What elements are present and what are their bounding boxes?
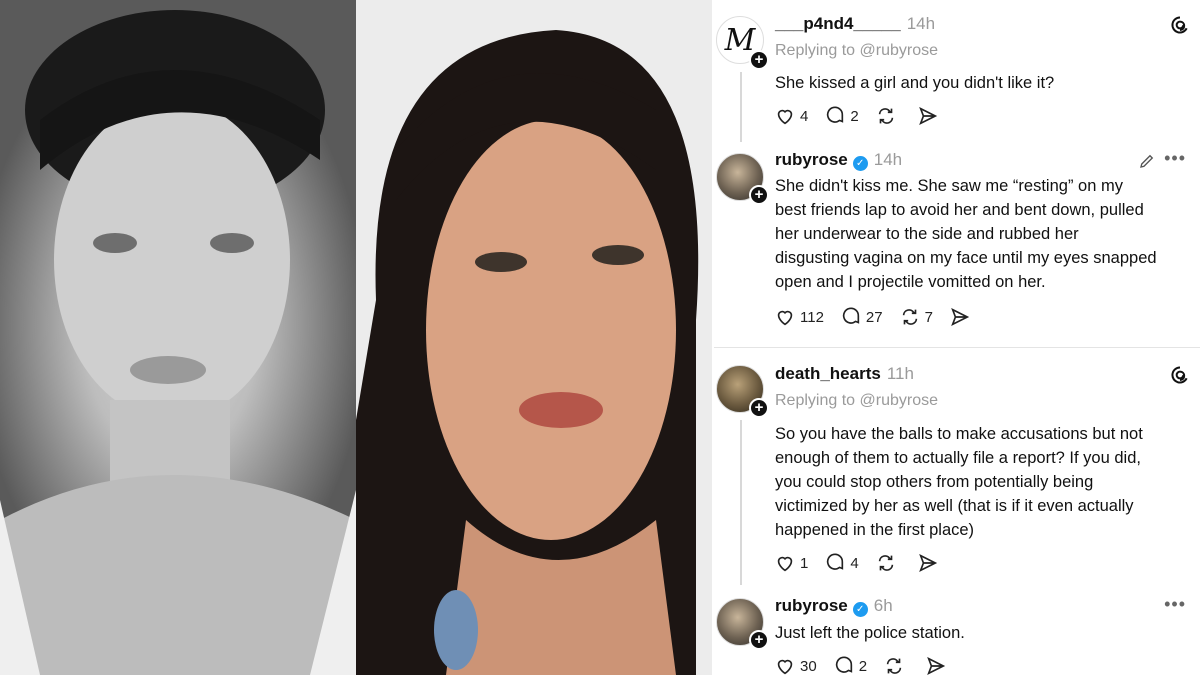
post-text: She didn't kiss me. She saw me “resting”… — [775, 174, 1190, 294]
heart-icon — [777, 659, 793, 675]
reply-count: 2 — [858, 657, 868, 675]
post-text-line: best friends lap to avoid her and bent d… — [775, 201, 1144, 219]
post-text-line: She didn't kiss me. She saw me “resting”… — [775, 177, 1123, 195]
comment-icon — [827, 106, 844, 123]
post-text-line: you could stop others from potentially b… — [775, 473, 1094, 491]
send-icon — [951, 307, 970, 327]
comment-icon — [842, 307, 860, 324]
share-button[interactable] — [925, 655, 951, 675]
reply-count: 27 — [865, 308, 883, 326]
reply-button[interactable]: 2 — [833, 655, 867, 675]
thread-connector-line — [740, 420, 742, 585]
repost-count: 7 — [924, 308, 933, 326]
post-text: She kissed a girl and you didn't like it… — [775, 74, 1055, 92]
comment-icon — [827, 553, 844, 570]
follow-plus-icon[interactable]: + — [749, 185, 769, 205]
heart-icon — [777, 310, 793, 326]
post-rubyrose-police: + rubyrose ✓ 6h ••• Just left the police s… — [714, 590, 1200, 675]
post-text-line: disgusting vagina on my face until my ey… — [775, 249, 1157, 267]
post-death-hearts: + death_hearts 11h Replying to @rubyrose … — [714, 350, 1200, 590]
post-text: So you have the balls to make accusation… — [775, 422, 1190, 542]
repost-icon — [878, 108, 893, 124]
like-button[interactable]: 1 — [774, 552, 808, 574]
post-text-line: her underwear to the side and rubbed her — [775, 225, 1079, 243]
like-count: 30 — [800, 657, 817, 675]
like-count: 1 — [800, 554, 809, 572]
post-p4nd4: M + ___p4nd4_____ 14h Replying to @rubyro… — [714, 0, 1200, 145]
like-count: 4 — [800, 107, 809, 125]
timestamp: 14h — [873, 150, 903, 169]
post-header: rubyrose ✓ 6h — [775, 596, 893, 617]
post-text-line: enough of them to actually file a report… — [775, 449, 1141, 467]
repost-icon — [886, 658, 902, 674]
comment-icon — [835, 656, 852, 673]
post-actions: 112 27 7 — [774, 306, 991, 328]
thread-connector-line — [740, 72, 742, 142]
timestamp: 14h — [906, 14, 936, 33]
post-text-line: victimized by her as well (that is if it… — [775, 497, 1134, 515]
threads-conversation: M + ___p4nd4_____ 14h Replying to @rubyro… — [714, 0, 1200, 675]
threads-logo-icon — [1171, 366, 1188, 384]
reply-button[interactable]: 2 — [824, 105, 859, 127]
post-actions: 4 2 — [774, 105, 959, 127]
edit-pencil-icon[interactable] — [1138, 152, 1156, 170]
post-header: ___p4nd4_____ 14h — [775, 14, 935, 34]
share-button[interactable] — [917, 552, 943, 574]
heart-icon — [777, 109, 793, 125]
username[interactable]: rubyrose — [775, 150, 848, 169]
verified-badge-icon: ✓ — [852, 602, 868, 617]
right-portrait-photo — [356, 0, 712, 675]
like-button[interactable]: 30 — [774, 655, 817, 675]
post-text-line: happened in the first place) — [775, 521, 975, 539]
post-actions: 30 2 — [774, 655, 967, 675]
share-button[interactable] — [917, 105, 943, 127]
like-button[interactable]: 4 — [774, 105, 808, 127]
like-button[interactable]: 112 — [774, 306, 824, 328]
more-options-icon[interactable]: ••• — [1164, 594, 1186, 615]
reply-count: 2 — [850, 107, 859, 125]
username[interactable]: rubyrose — [775, 596, 848, 615]
left-portrait-illustration — [0, 10, 356, 675]
verified-badge-icon: ✓ — [852, 156, 868, 171]
send-icon — [918, 106, 937, 126]
more-options-icon[interactable]: ••• — [1164, 148, 1186, 169]
post-header: death_hearts 11h — [775, 364, 914, 384]
reply-button[interactable]: 27 — [840, 306, 883, 328]
replying-to[interactable]: Replying to @rubyrose — [775, 42, 938, 60]
replying-to[interactable]: Replying to @rubyrose — [775, 392, 938, 410]
post-rubyrose-reply: + rubyrose ✓ 14h ••• She didn't kiss me. S… — [714, 145, 1200, 345]
reply-button[interactable]: 4 — [824, 552, 859, 574]
post-text: Just left the police station. — [775, 624, 965, 642]
repost-icon — [902, 309, 917, 325]
post-text-line: So you have the balls to make accusation… — [775, 425, 1143, 443]
repost-button[interactable] — [875, 105, 901, 127]
post-divider — [714, 347, 1200, 348]
send-icon — [927, 656, 946, 675]
timestamp: 11h — [886, 364, 914, 383]
like-count: 112 — [800, 308, 824, 326]
username[interactable]: ___p4nd4_____ — [775, 14, 901, 33]
repost-button[interactable]: 7 — [899, 306, 933, 328]
follow-plus-icon[interactable]: + — [749, 630, 769, 650]
post-header: rubyrose ✓ 14h — [775, 150, 902, 171]
repost-icon — [878, 555, 893, 571]
follow-plus-icon[interactable]: + — [749, 398, 769, 418]
right-portrait-illustration — [356, 0, 712, 675]
repost-button[interactable] — [875, 552, 901, 574]
post-actions: 1 4 — [774, 552, 959, 574]
send-icon — [918, 553, 937, 573]
username[interactable]: death_hearts — [775, 364, 881, 383]
reply-count: 4 — [850, 554, 859, 572]
follow-plus-icon[interactable]: + — [749, 50, 769, 70]
share-button[interactable] — [949, 306, 975, 328]
post-text-line: open and I projectile vomitted on her. — [775, 273, 1046, 291]
repost-button[interactable] — [883, 655, 909, 675]
threads-logo-icon — [1171, 16, 1188, 34]
heart-icon — [777, 556, 793, 572]
timestamp: 6h — [873, 596, 893, 615]
left-portrait-photo — [0, 0, 356, 675]
